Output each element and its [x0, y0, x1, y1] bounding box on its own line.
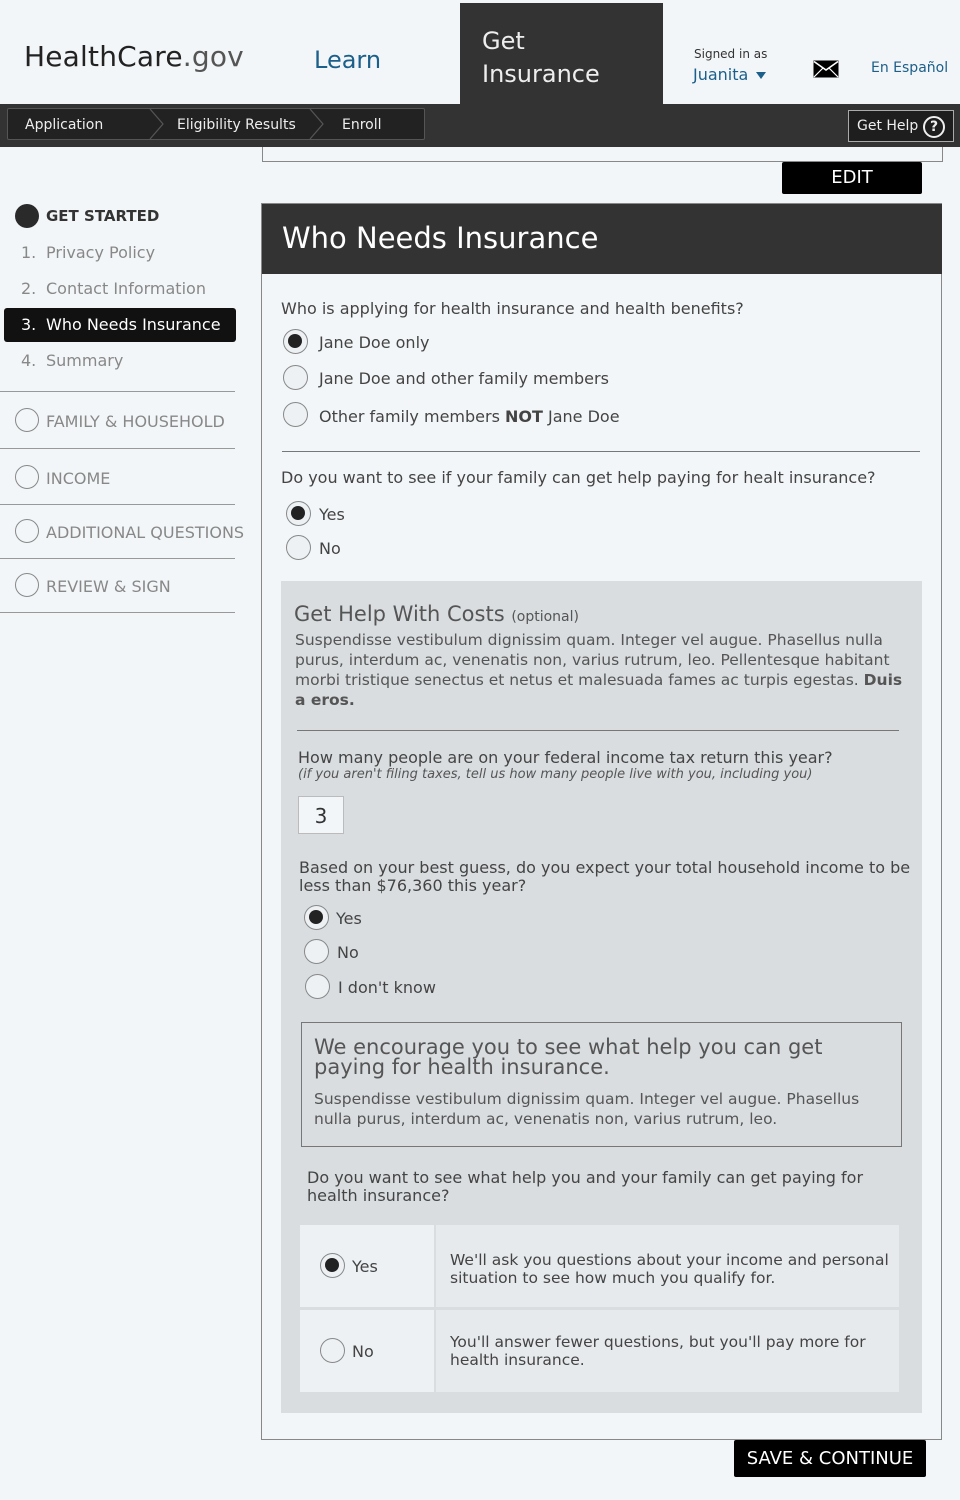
question-final: Do you want to see what help you and you…	[307, 1168, 864, 1205]
step-empty-icon	[15, 408, 39, 432]
nav-get-insurance[interactable]: Get Insurance	[460, 3, 663, 104]
caret-down-icon	[756, 72, 767, 79]
site-header: HealthCare.gov Learn Get Insurance Signe…	[0, 0, 960, 104]
radio-label: I don't know	[338, 978, 436, 997]
help-description: Suspendisse vestibulum dignissim quam. I…	[295, 631, 903, 709]
radio-label: No	[352, 1342, 374, 1361]
radio-label: No	[319, 539, 341, 558]
step-empty-icon	[15, 465, 39, 489]
radio-income-yes[interactable]	[304, 905, 329, 930]
question-hint: (if you aren't filing taxes, tell us how…	[298, 767, 813, 782]
sidebar-section-income[interactable]: INCOME	[46, 469, 110, 488]
option-row-no[interactable]: You'll answer fewer questions, but you'l…	[300, 1310, 899, 1392]
radio-label: Yes	[336, 909, 362, 928]
radio-family-not-jane[interactable]	[283, 402, 308, 427]
breadcrumb-eligibility[interactable]: Eligibility Results	[177, 117, 296, 133]
people-count-input[interactable]: 3	[298, 796, 344, 834]
radio-income-dont-know[interactable]	[305, 974, 330, 999]
breadcrumb-application[interactable]: Application	[25, 117, 103, 133]
panel-title: Who Needs Insurance	[262, 204, 942, 274]
divider	[297, 730, 899, 731]
question-help-paying: Do you want to see if your family can ge…	[281, 468, 876, 487]
sidebar-item-privacy[interactable]: 1. Privacy Policy	[21, 243, 155, 262]
get-help-label: Get Help	[857, 118, 919, 134]
radio-label: Jane Doe and other family members	[319, 369, 609, 388]
question-income-line2: less than $76,360 this year?	[299, 876, 527, 895]
callout-body: Suspendisse vestibulum dignissim quam. I…	[314, 1090, 860, 1128]
step-current-icon	[15, 204, 39, 228]
radio-help-no[interactable]	[286, 535, 311, 560]
radio-income-no[interactable]	[304, 939, 329, 964]
sidebar-section-family[interactable]: FAMILY & HOUSEHOLD	[46, 412, 225, 431]
sidebar-section-get-started[interactable]: GET STARTED	[46, 207, 159, 225]
divider	[0, 391, 235, 392]
radio-label: Jane Doe only	[319, 333, 430, 352]
sidebar-section-additional[interactable]: ADDITIONAL QUESTIONS	[46, 523, 244, 542]
chevron-right-icon	[149, 109, 164, 139]
healthcare-logo[interactable]: HealthCare.gov	[24, 40, 244, 73]
question-tax-people: How many people are on your federal inco…	[298, 748, 833, 767]
option-row-yes[interactable]: We'll ask you questions about your incom…	[300, 1225, 899, 1307]
save-continue-button[interactable]: SAVE & CONTINUE	[734, 1440, 926, 1477]
get-help-button[interactable]: Get Help ?	[848, 110, 954, 142]
sidebar-section-review[interactable]: REVIEW & SIGN	[46, 577, 171, 596]
logo-dim: .gov	[182, 40, 244, 73]
sidebar-item-contact[interactable]: 2. Contact Information	[21, 279, 206, 298]
user-menu[interactable]: Juanita	[693, 65, 767, 84]
radio-help-yes[interactable]	[286, 501, 311, 526]
radio-label: Yes	[352, 1257, 378, 1276]
radio-label: No	[337, 943, 359, 962]
sidebar-item-who-needs-insurance[interactable]: 3. Who Needs Insurance	[4, 308, 236, 342]
question-income-line1: Based on your best guess, do you expect …	[299, 858, 911, 877]
option-description: We'll ask you questions about your incom…	[450, 1251, 889, 1287]
callout-title: We encourage you to see what help you ca…	[314, 1035, 823, 1079]
breadcrumb: Application Eligibility Results Enroll	[7, 108, 425, 140]
sidebar-item-summary[interactable]: 4. Summary	[21, 351, 123, 370]
radio-label: Other family members NOT Jane Doe	[319, 407, 620, 426]
radio-final-yes[interactable]	[320, 1253, 345, 1278]
step-empty-icon	[15, 519, 39, 543]
divider	[0, 612, 235, 613]
question-who-applying: Who is applying for health insurance and…	[281, 299, 744, 318]
divider	[0, 448, 235, 449]
divider	[0, 504, 235, 505]
progress-bar: Application Eligibility Results Enroll G…	[0, 104, 960, 147]
option-description: You'll answer fewer questions, but you'l…	[450, 1333, 866, 1369]
nav-get-line2: Insurance	[482, 60, 600, 88]
previous-section-box	[262, 147, 943, 162]
divider	[282, 451, 920, 452]
radio-label: Yes	[319, 505, 345, 524]
nav-learn[interactable]: Learn	[314, 46, 381, 74]
edit-button[interactable]: EDIT	[782, 162, 922, 194]
user-name: Juanita	[693, 65, 749, 84]
radio-final-no[interactable]	[320, 1338, 345, 1363]
radio-jane-and-family[interactable]	[283, 365, 308, 390]
breadcrumb-enroll[interactable]: Enroll	[342, 117, 382, 133]
encourage-callout: We encourage you to see what help you ca…	[301, 1022, 902, 1147]
step-empty-icon	[15, 573, 39, 597]
logo-main: HealthCare	[24, 40, 183, 73]
language-toggle[interactable]: En Español	[871, 60, 948, 76]
envelope-icon[interactable]	[813, 60, 839, 78]
signed-in-label: Signed in as	[694, 47, 768, 61]
radio-jane-only[interactable]	[283, 329, 308, 354]
help-title: Get Help With Costs (optional)	[294, 602, 579, 626]
chevron-right-icon	[309, 109, 324, 139]
divider	[0, 558, 235, 559]
question-circle-icon: ?	[923, 116, 945, 138]
nav-get-line1: Get	[482, 27, 525, 55]
